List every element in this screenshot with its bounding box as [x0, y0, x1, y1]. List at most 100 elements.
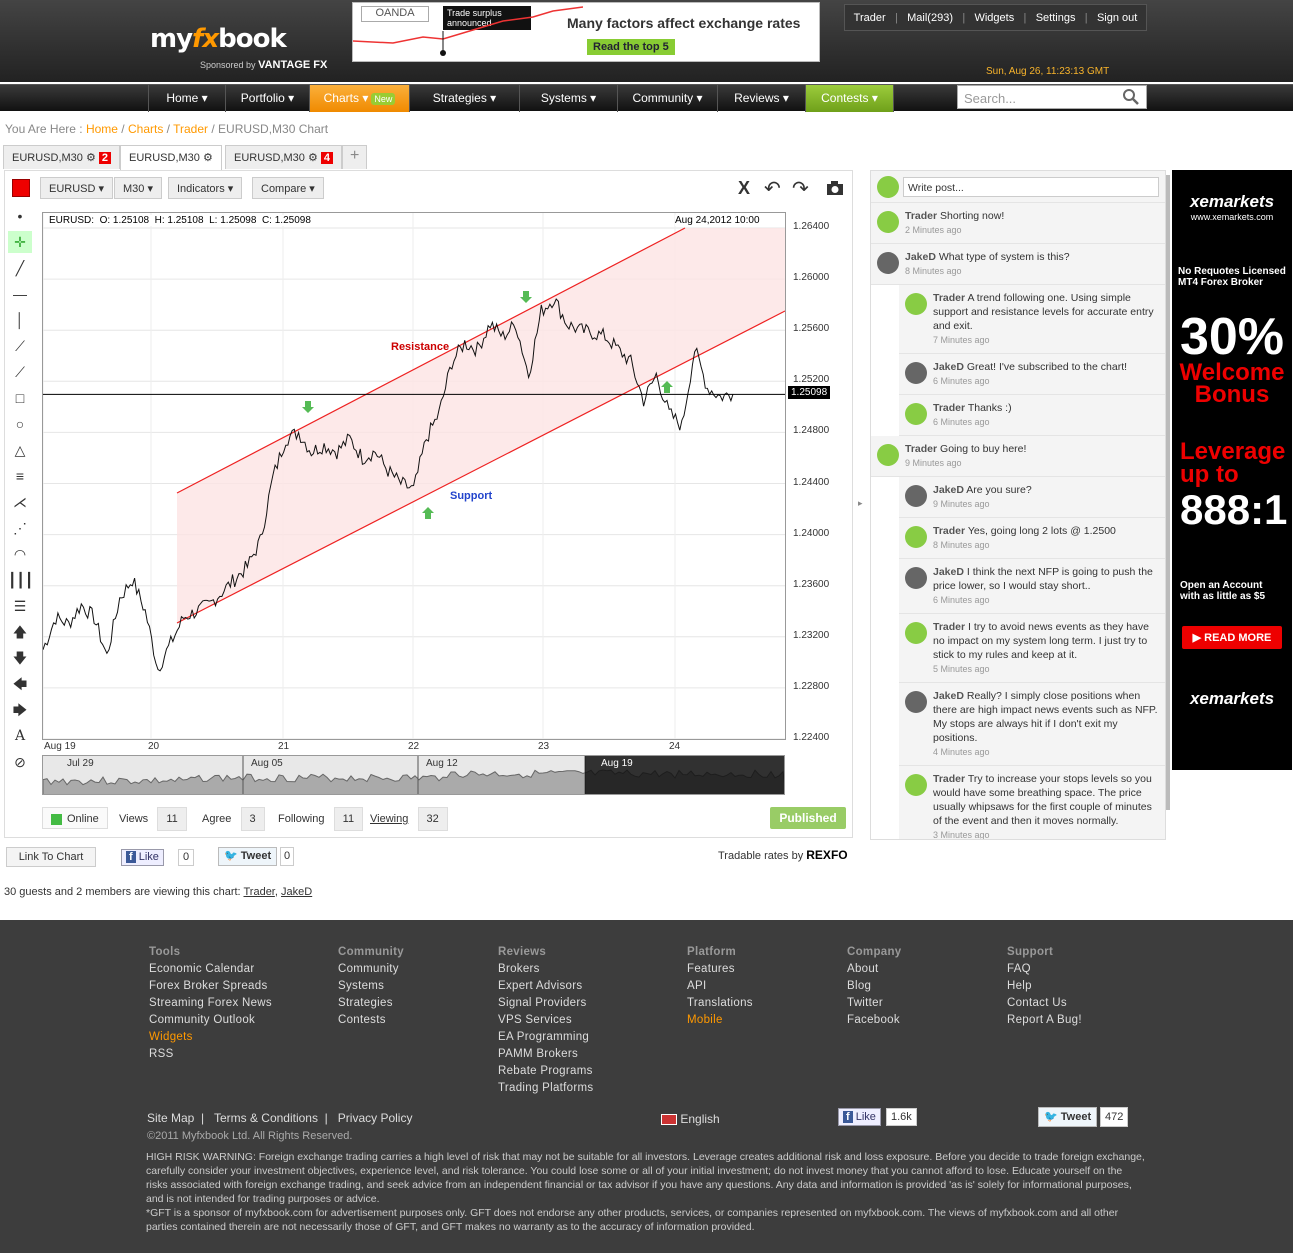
footer-link[interactable]: Help: [1007, 978, 1082, 995]
footer-link[interactable]: Contact Us: [1007, 995, 1082, 1012]
topnav-signout[interactable]: Sign out: [1097, 12, 1137, 24]
footer-link[interactable]: Systems: [338, 978, 404, 995]
post-author[interactable]: JakeD: [933, 566, 964, 578]
footer-link[interactable]: EA Programming: [498, 1029, 593, 1046]
nav-community[interactable]: Community ▾: [618, 85, 718, 112]
avatar[interactable]: [905, 691, 927, 713]
terms-link[interactable]: Terms & Conditions: [214, 1111, 318, 1125]
arc-tool-icon[interactable]: ◠: [8, 543, 32, 565]
navigator[interactable]: Jul 29 Aug 05 Aug 12 Aug 19: [42, 755, 785, 795]
footer-link[interactable]: Strategies: [338, 995, 404, 1012]
search-icon[interactable]: [1122, 88, 1140, 106]
footer-link[interactable]: Streaming Forex News: [149, 995, 272, 1012]
crumb-charts[interactable]: Charts: [128, 122, 163, 136]
collapse-icon[interactable]: ▸: [858, 498, 863, 509]
footer-link[interactable]: Facebook: [847, 1012, 902, 1029]
footer-link[interactable]: Contests: [338, 1012, 404, 1029]
vline-tool-icon[interactable]: │: [8, 309, 32, 331]
footer-link[interactable]: Community Outlook: [149, 1012, 272, 1029]
circle-tool-icon[interactable]: ○: [8, 413, 32, 435]
nav-home[interactable]: Home ▾: [148, 85, 226, 112]
text-tool-icon[interactable]: A: [8, 725, 32, 747]
color-picker[interactable]: [12, 179, 30, 197]
line-tool-icon[interactable]: ╱: [8, 257, 32, 279]
avatar[interactable]: [877, 211, 899, 233]
post-author[interactable]: Trader: [933, 525, 965, 537]
topnav-mail[interactable]: Mail(293): [907, 12, 953, 24]
channel-tool-icon[interactable]: ≡: [8, 465, 32, 487]
footer-link[interactable]: Trading Platforms: [498, 1080, 593, 1097]
cycle-lines-icon[interactable]: ┃┃┃: [8, 569, 33, 591]
avatar[interactable]: [877, 252, 899, 274]
language-select[interactable]: English: [661, 1112, 720, 1126]
footer-link[interactable]: API: [687, 978, 753, 995]
crosshair-tool-icon[interactable]: ✛: [8, 231, 32, 253]
price-chart[interactable]: EURUSD: O: 1.25108 H: 1.25108 L: 1.25098…: [42, 212, 786, 740]
crumb-trader[interactable]: Trader: [173, 122, 208, 136]
footer-link[interactable]: Rebate Programs: [498, 1063, 593, 1080]
pitchfork-tool-icon[interactable]: ⋌: [8, 491, 32, 513]
published-button[interactable]: Published: [770, 807, 846, 829]
agree-stat[interactable]: Agree 3: [202, 807, 265, 831]
post-author[interactable]: JakeD: [905, 251, 936, 263]
nav-reviews[interactable]: Reviews ▾: [718, 85, 806, 112]
footer-facebook-like[interactable]: f Like: [838, 1108, 881, 1126]
footer-link[interactable]: Twitter: [847, 995, 902, 1012]
oanda-banner[interactable]: OANDA Trade surplus announced Many facto…: [352, 2, 820, 62]
indicators-select[interactable]: Indicators ▾: [168, 177, 243, 199]
write-post-input[interactable]: Write post...: [903, 177, 1159, 197]
link-to-chart-button[interactable]: Link To Chart: [6, 847, 96, 867]
footer-link[interactable]: Signal Providers: [498, 995, 593, 1012]
topnav-trader[interactable]: Trader: [854, 12, 886, 24]
ray-tool-icon[interactable]: ⟋: [8, 335, 32, 357]
undo-icon[interactable]: ↶: [764, 176, 781, 201]
footer-link[interactable]: Blog: [847, 978, 902, 995]
footer-link[interactable]: Forex Broker Spreads: [149, 978, 272, 995]
triangle-tool-icon[interactable]: △: [8, 439, 32, 461]
feed-scrollbar[interactable]: [1166, 175, 1170, 810]
avatar[interactable]: [905, 293, 927, 315]
avatar[interactable]: [905, 485, 927, 507]
viewer-link[interactable]: Trader: [243, 886, 274, 898]
compare-select[interactable]: Compare ▾: [252, 177, 324, 199]
chart-tab-2[interactable]: EURUSD,M30 ⚙: [120, 145, 222, 171]
footer-link[interactable]: Economic Calendar: [149, 961, 272, 978]
banner-cta[interactable]: Read the top 5: [587, 39, 675, 55]
footer-tweet-button[interactable]: 🐦 Tweet: [1038, 1107, 1098, 1127]
myfxbook-logo[interactable]: myfxbook: [150, 24, 287, 54]
footer-link[interactable]: RSS: [149, 1046, 272, 1063]
avatar[interactable]: [905, 403, 927, 425]
post-author[interactable]: JakeD: [933, 690, 964, 702]
avatar[interactable]: [905, 526, 927, 548]
avatar[interactable]: [905, 774, 927, 796]
arrow-right-icon[interactable]: 🡆: [8, 699, 32, 721]
crumb-home[interactable]: Home: [86, 122, 118, 136]
post-author[interactable]: Trader: [905, 210, 937, 222]
chart-tab-3[interactable]: EURUSD,M30 ⚙ 4: [225, 145, 342, 169]
redo-icon[interactable]: ↷: [792, 176, 809, 201]
privacy-link[interactable]: Privacy Policy: [338, 1111, 413, 1125]
post-author[interactable]: Trader: [933, 773, 965, 785]
site-map-link[interactable]: Site Map: [147, 1111, 194, 1125]
footer-link[interactable]: Widgets: [149, 1029, 272, 1046]
post-author[interactable]: Trader: [905, 443, 937, 455]
xemarkets-ad[interactable]: xemarkets www.xemarkets.com No Requotes …: [1172, 170, 1292, 770]
hline-tool-icon[interactable]: —: [8, 283, 32, 305]
avatar[interactable]: [905, 622, 927, 644]
extended-line-icon[interactable]: ⟋: [8, 361, 32, 383]
footer-link[interactable]: Brokers: [498, 961, 593, 978]
camera-icon[interactable]: [826, 180, 844, 196]
footer-link[interactable]: Expert Advisors: [498, 978, 593, 995]
nav-strategies[interactable]: Strategies ▾: [410, 85, 520, 112]
nav-charts[interactable]: Charts ▾ New: [310, 85, 410, 112]
arrow-up-icon[interactable]: 🡅: [8, 621, 32, 643]
add-tab-button[interactable]: +: [342, 145, 368, 169]
viewing-stat[interactable]: Viewing 32: [370, 807, 448, 831]
footer-link[interactable]: FAQ: [1007, 961, 1082, 978]
nav-systems[interactable]: Systems ▾: [520, 85, 618, 112]
arrow-down-icon[interactable]: 🡇: [8, 647, 32, 669]
footer-link[interactable]: PAMM Brokers: [498, 1046, 593, 1063]
rectangle-tool-icon[interactable]: □: [8, 387, 32, 409]
footer-link[interactable]: Mobile: [687, 1012, 753, 1029]
following-stat[interactable]: Following 11: [278, 807, 364, 831]
